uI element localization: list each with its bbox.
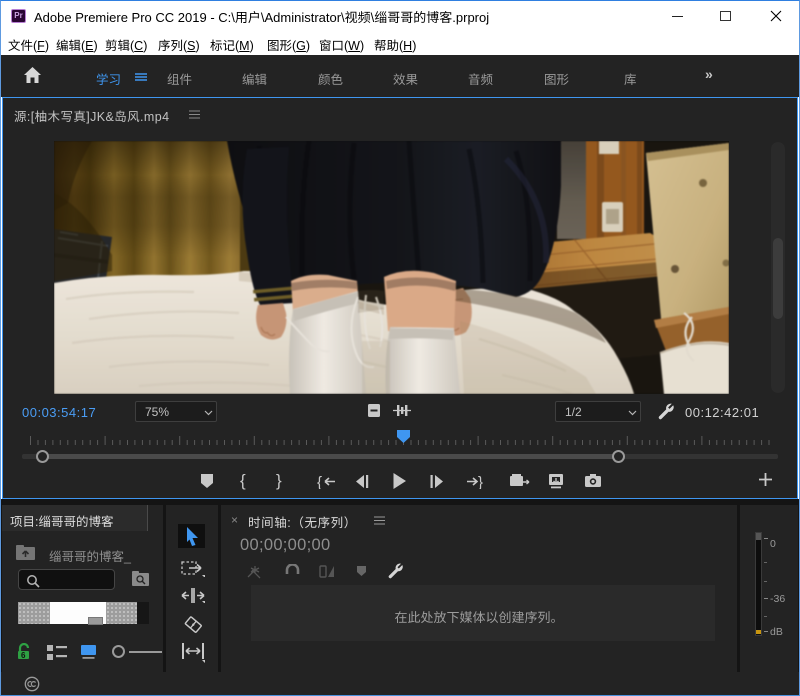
svg-text:{: { <box>317 474 322 489</box>
svg-text:}: } <box>478 474 483 489</box>
svg-text:6: 6 <box>21 651 26 660</box>
